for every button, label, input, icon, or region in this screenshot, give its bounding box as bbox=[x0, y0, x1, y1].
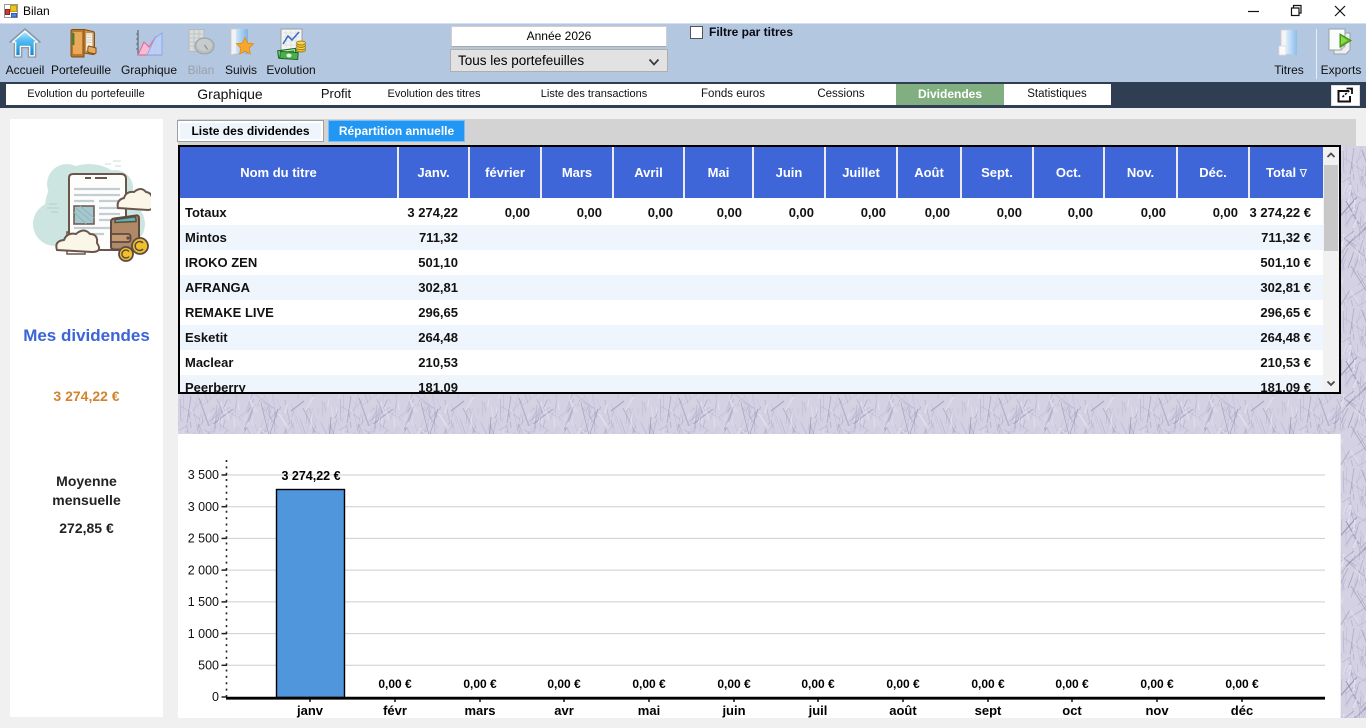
svg-text:juin: juin bbox=[721, 703, 745, 718]
svg-text:0,00 €: 0,00 € bbox=[886, 677, 920, 691]
svg-text:févr: févr bbox=[383, 703, 407, 718]
svg-text:oct: oct bbox=[1062, 703, 1082, 718]
svg-text:août: août bbox=[889, 703, 917, 718]
svg-text:500: 500 bbox=[198, 659, 219, 673]
svg-text:0,00 €: 0,00 € bbox=[1225, 677, 1259, 691]
svg-text:déc: déc bbox=[1231, 703, 1253, 718]
svg-text:janv: janv bbox=[296, 703, 324, 718]
svg-text:2 500: 2 500 bbox=[188, 532, 219, 546]
svg-text:0,00 €: 0,00 € bbox=[1140, 677, 1174, 691]
svg-text:3 000: 3 000 bbox=[188, 500, 219, 514]
svg-text:sept: sept bbox=[975, 703, 1002, 718]
svg-text:juil: juil bbox=[808, 703, 828, 718]
svg-text:0,00 €: 0,00 € bbox=[632, 677, 666, 691]
svg-text:0,00 €: 0,00 € bbox=[1055, 677, 1089, 691]
svg-text:mai: mai bbox=[638, 703, 660, 718]
svg-text:0: 0 bbox=[212, 690, 219, 704]
svg-text:0,00 €: 0,00 € bbox=[547, 677, 581, 691]
svg-text:1 500: 1 500 bbox=[188, 595, 219, 609]
svg-text:nov: nov bbox=[1145, 703, 1169, 718]
svg-text:3 500: 3 500 bbox=[188, 468, 219, 482]
svg-text:2 000: 2 000 bbox=[188, 563, 219, 577]
svg-text:0,00 €: 0,00 € bbox=[801, 677, 835, 691]
svg-text:3 274,22 €: 3 274,22 € bbox=[281, 469, 340, 483]
svg-text:0,00 €: 0,00 € bbox=[971, 677, 1005, 691]
svg-text:avr: avr bbox=[554, 703, 574, 718]
svg-text:mars: mars bbox=[464, 703, 495, 718]
svg-text:0,00 €: 0,00 € bbox=[463, 677, 497, 691]
svg-text:1 000: 1 000 bbox=[188, 627, 219, 641]
svg-text:0,00 €: 0,00 € bbox=[717, 677, 751, 691]
svg-text:0,00 €: 0,00 € bbox=[378, 677, 412, 691]
